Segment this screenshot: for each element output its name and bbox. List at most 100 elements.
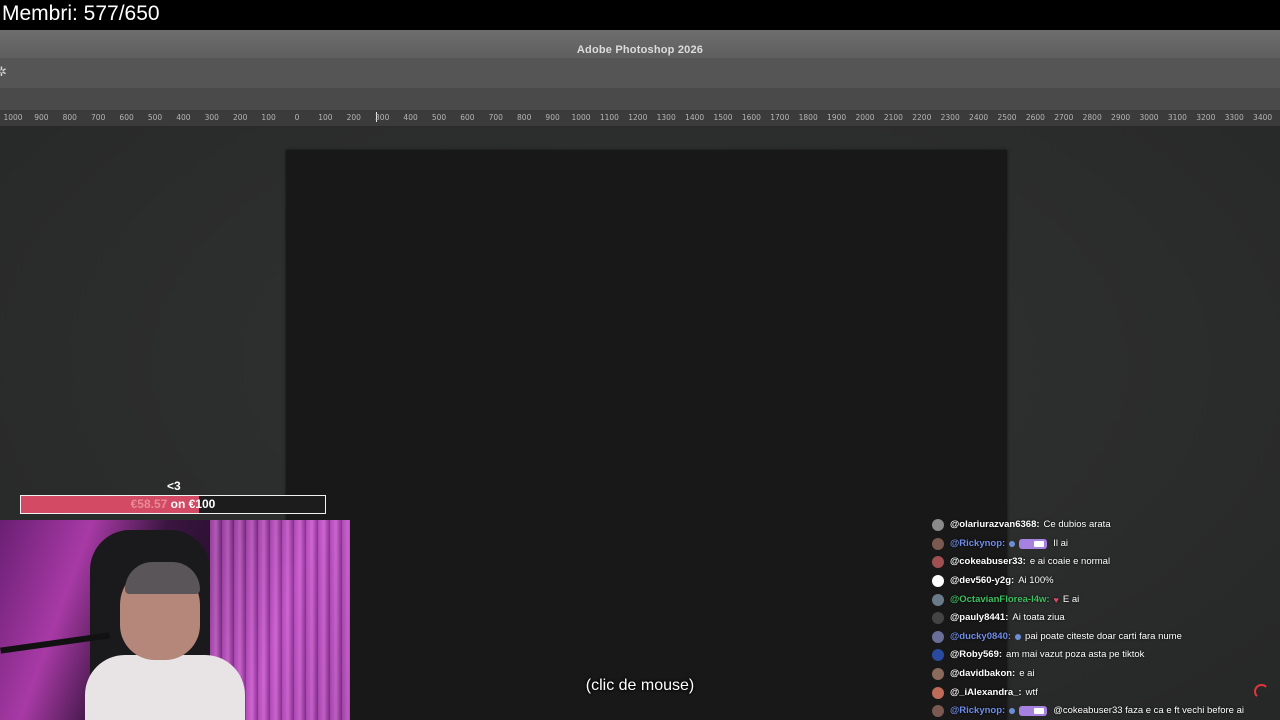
webcam-cap	[125, 562, 200, 594]
ruler-tick-label: 100	[261, 113, 276, 122]
ruler-tick-label: 1000	[571, 113, 591, 122]
chat-message-text: E ai	[1062, 593, 1080, 605]
photoshop-options-bar: ✲	[0, 58, 1280, 89]
ruler-tick-label: 3400	[1253, 113, 1273, 122]
ruler-tick-label: 700	[488, 113, 503, 122]
donation-current: €58.57	[130, 497, 168, 511]
avatar	[932, 575, 944, 588]
member-badge-icon	[1009, 708, 1016, 715]
chat-message: @Roby569: am mai vazut poza asta pe tikto…	[932, 646, 1277, 665]
chat-message: @cokeabuser33: e ai coaie e normal	[932, 553, 1277, 572]
ruler-tick-label: 1400	[685, 113, 705, 122]
chat-message: @ducky0840: pai poate citeste doar carti …	[932, 628, 1277, 647]
chat-message-text: @cokeabuser33 faza e ca e ft vechi befor…	[1053, 705, 1244, 717]
ruler-tick-label: 1200	[628, 113, 648, 122]
chat-message-text: e ai	[1019, 668, 1035, 680]
ruler-tick-label: 2900	[1111, 113, 1131, 122]
ruler-tick-label: 800	[62, 113, 77, 122]
chat-username[interactable]: @Roby569:	[950, 649, 1002, 661]
ruler-tick-label: 200	[346, 113, 361, 122]
ruler-tick-label: 3200	[1196, 113, 1216, 122]
chat-username[interactable]: @Rickynop:	[950, 705, 1005, 717]
ruler-tick-label: 3300	[1224, 113, 1244, 122]
member-badge-icon	[1015, 633, 1022, 640]
ruler-tick-label: 3000	[1139, 113, 1159, 122]
ruler-tick-label: 100	[318, 113, 333, 122]
gear-icon[interactable]: ✲	[0, 65, 7, 78]
ruler-tick-label: 900	[545, 113, 560, 122]
avatar	[932, 705, 944, 718]
avatar	[932, 686, 944, 699]
photoshop-titlebar: Adobe Photoshop 2026	[0, 30, 1280, 59]
ruler-tick-label: 1100	[599, 113, 619, 122]
chat-username[interactable]: @dev560-y2g:	[950, 575, 1014, 587]
ruler-tick-label: 2800	[1082, 113, 1102, 122]
ruler-tick-label: 0	[294, 113, 300, 122]
chat-message: @Rickynop: @cokeabuser33 faza e ca e ft v…	[932, 702, 1277, 720]
donation-separator: on	[167, 497, 189, 511]
chat-message-text: Ai 100%	[1018, 575, 1054, 587]
ruler-tick-label: 1000	[3, 113, 23, 122]
chat-username[interactable]: @OctavianFlorea-l4w:	[950, 594, 1050, 606]
member-badge-icon	[1009, 540, 1016, 547]
chat-message-text: pai poate citeste doar carti fara nume	[1025, 630, 1182, 642]
ruler-tick-label: 600	[119, 113, 134, 122]
donation-goal-bar: €58.57 on €100	[20, 495, 326, 514]
sticker-badge-icon	[1019, 706, 1048, 717]
loading-spinner-icon	[1254, 684, 1269, 699]
chat-message: @Rickynop: Il ai	[932, 535, 1277, 554]
ruler-tick-label: 400	[403, 113, 418, 122]
donation-goal-text: €58.57 on €100	[21, 496, 325, 513]
chat-message-text: e ai coaie e normal	[1029, 556, 1111, 568]
member-count: Membri: 577/650	[2, 2, 160, 25]
ruler-tick-label: 1800	[798, 113, 818, 122]
chat-message-text: wtf	[1025, 686, 1038, 698]
ruler-tick-label: 800	[517, 113, 532, 122]
chat-message: @pauly8441: Ai toata ziua	[932, 609, 1277, 628]
ruler-tick-label: 500	[147, 113, 163, 122]
avatar	[932, 537, 944, 550]
chat-message-text: Il ai	[1053, 537, 1068, 549]
chat-overlay: @olariurazvan6368: Ce dubios arata @Rickyn…	[932, 516, 1277, 720]
chat-username[interactable]: @cokeabuser33:	[950, 556, 1026, 568]
ruler-tick-label: 300	[204, 113, 219, 122]
document-canvas[interactable]	[286, 150, 1007, 720]
ruler-tick-label: 2500	[997, 113, 1017, 122]
chat-username[interactable]: @olariurazvan6368:	[950, 519, 1040, 531]
ruler-tick-label: 2000	[855, 113, 875, 122]
chat-username[interactable]: @_iAlexandra_:	[950, 687, 1022, 699]
chat-username[interactable]: @pauly8441:	[950, 612, 1008, 624]
top-strip: Membri: 577/650	[0, 0, 1280, 30]
chat-username[interactable]: @Rickynop:	[950, 538, 1005, 550]
avatar	[932, 649, 944, 662]
avatar	[932, 556, 944, 569]
chat-message-text: am mai vazut poza asta pe tiktok	[1006, 649, 1145, 661]
chat-message: @davidbakon: e ai	[932, 665, 1277, 684]
ruler-tick-label: 1300	[656, 113, 676, 122]
ruler-tick-label: 2200	[912, 113, 932, 122]
sticker-badge-icon	[1019, 538, 1048, 549]
avatar	[932, 668, 944, 681]
chat-username[interactable]: @davidbakon:	[950, 668, 1015, 680]
ruler-tick-label: 2300	[940, 113, 960, 122]
ruler-tick-label: 300	[375, 113, 390, 122]
horizontal-ruler[interactable]: 1000 900 800 700 600 500 400 300 200 100 0 100 200 30…	[0, 110, 1280, 127]
chat-message: @_iAlexandra_: wtf	[932, 683, 1277, 702]
photoshop-tab-bar	[0, 88, 1280, 110]
chat-message-text: Ce dubios arata	[1043, 519, 1111, 531]
chat-message: @olariurazvan6368: Ce dubios arata	[932, 516, 1277, 535]
ruler-tick-label: 1500	[713, 113, 733, 122]
stream-frame: Membri: 577/650 Adobe Photoshop 2026 ✲ 1…	[0, 0, 1280, 720]
ruler-tick-label: 1600	[741, 113, 761, 122]
avatar	[932, 612, 944, 625]
donation-heart-label: <3	[167, 479, 181, 493]
chat-message: @OctavianFlorea-l4w: ♥ E ai	[932, 590, 1277, 609]
ruler-tick-label: 1900	[827, 113, 847, 122]
chat-username[interactable]: @ducky0840:	[950, 631, 1011, 643]
avatar	[932, 519, 944, 532]
ruler-tick-label: 400	[176, 113, 191, 122]
avatar	[932, 593, 944, 606]
chat-message: @dev560-y2g: Ai 100%	[932, 572, 1277, 591]
ruler-tick-label: 500	[431, 113, 447, 122]
donation-target: €100	[188, 497, 216, 511]
